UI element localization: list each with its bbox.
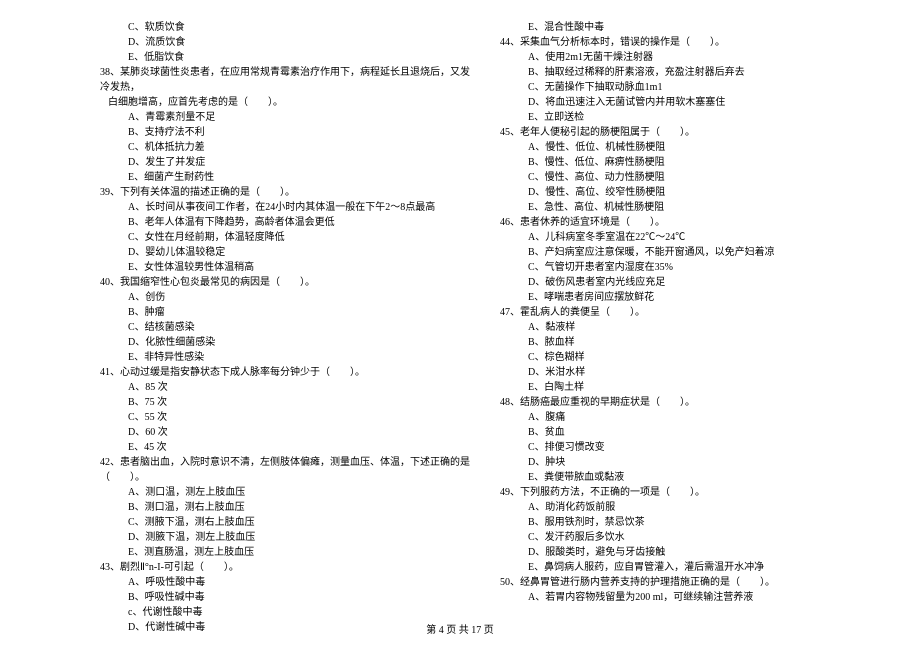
q43-opt-a: A、呼吸性酸中毒 [100,575,470,590]
q40-opt-b: B、肿瘤 [100,305,470,320]
q41-opt-a: A、85 次 [100,380,470,395]
q39-opt-d: D、婴幼儿体温较稳定 [100,245,470,260]
q49-opt-c: C、发汗药服后多饮水 [500,530,870,545]
q46-opt-d: D、破伤风患者室内光线应充足 [500,275,870,290]
q44-stem: 44、采集血气分析标本时，错误的操作是（ ）。 [500,35,870,50]
q49-opt-b: B、服用铁剂时，禁忌饮茶 [500,515,870,530]
q43-stem: 43、剧烈Ⅱ°n-I-可引起（ ）。 [100,560,470,575]
q45-opt-e: E、急性、高位、机械性肠梗阻 [500,200,870,215]
q42-opt-c: C、测腋下温，测右上肢血压 [100,515,470,530]
q44-opt-e: E、立即送检 [500,110,870,125]
q40-opt-d: D、化脓性细菌感染 [100,335,470,350]
q45-opt-c: C、慢性、高位、动力性肠梗阻 [500,170,870,185]
q40-opt-e: E、非特异性感染 [100,350,470,365]
page-columns: C、软质饮食 D、流质饮食 E、低脂饮食 38、某肺炎球菌性炎患者，在应用常规青… [100,20,870,635]
q39-opt-b: B、老年人体温有下降趋势，高龄者体温会更低 [100,215,470,230]
q38-opt-c: C、机体抵抗力差 [100,140,470,155]
q38-stem-cont: 白细胞增高，应首先考虑的是（ ）。 [100,95,470,110]
right-column: E、混合性酸中毒 44、采集血气分析标本时，错误的操作是（ ）。 A、使用2m1… [500,20,870,635]
q50-stem: 50、经鼻胃管进行肠内营养支持的护理措施正确的是（ ）。 [500,575,870,590]
q45-opt-b: B、慢性、低位、麻痹性肠梗阻 [500,155,870,170]
q42-opt-b: B、测口温，测右上肢血压 [100,500,470,515]
q39-opt-c: C、女性在月经前期，体温轻度降低 [100,230,470,245]
q49-opt-e: E、鼻饲病人服药，应自胃管灌入，灌后需温开水冲净 [500,560,870,575]
q41-stem: 41、心动过缓是指安静状态下成人脉率每分钟少于（ ）。 [100,365,470,380]
q45-stem: 45、老年人便秘引起的肠梗阻属于（ ）。 [500,125,870,140]
q43-opt-b: B、呼吸性碱中毒 [100,590,470,605]
q44-opt-c: C、无菌操作下抽取动脉血1m1 [500,80,870,95]
q39-stem: 39、下列有关体温的描述正确的是（ ）。 [100,185,470,200]
q48-opt-c: C、排便习惯改变 [500,440,870,455]
q47-opt-e: E、白陶土样 [500,380,870,395]
q50-opt-a: A、若胃内容物残留量为200 ml，可继续输注营养液 [500,590,870,605]
q40-opt-a: A、创伤 [100,290,470,305]
q43-opt-e: E、混合性酸中毒 [500,20,870,35]
q38-opt-e: E、细菌产生耐药性 [100,170,470,185]
q42-opt-e: E、测直肠温，测左上肢血压 [100,545,470,560]
q42-stem: 42、患者脑出血，入院时意识不清，左侧肢体偏瘫，测量血压、体温，下述正确的是（ … [100,455,470,485]
q41-opt-e: E、45 次 [100,440,470,455]
q46-stem: 46、患者休养的适宜环境是（ ）。 [500,215,870,230]
q47-opt-c: C、棕色糊样 [500,350,870,365]
left-column: C、软质饮食 D、流质饮食 E、低脂饮食 38、某肺炎球菌性炎患者，在应用常规青… [100,20,470,635]
q43-opt-c: c、代谢性酸中毒 [100,605,470,620]
q39-opt-e: E、女性体温较男性体温稍高 [100,260,470,275]
q48-opt-d: D、肿块 [500,455,870,470]
q40-stem: 40、我国缩窄性心包炎最常见的病因是（ ）。 [100,275,470,290]
q48-opt-a: A、腹痛 [500,410,870,425]
q47-stem: 47、霍乱病人的粪便呈（ ）。 [500,305,870,320]
q48-opt-e: E、粪便带脓血或黏液 [500,470,870,485]
q46-opt-a: A、儿科病室冬季室温在22℃～24℃ [500,230,870,245]
q47-opt-d: D、米泔水样 [500,365,870,380]
q49-stem: 49、下列服药方法，不正确的一项是（ ）。 [500,485,870,500]
q44-opt-d: D、将血迅速注入无菌试管内并用软木塞塞住 [500,95,870,110]
q41-opt-b: B、75 次 [100,395,470,410]
q45-opt-a: A、慢性、低位、机械性肠梗阻 [500,140,870,155]
q44-opt-b: B、抽取经过稀释的肝素溶液，充盈注射器后弃去 [500,65,870,80]
q44-opt-a: A、使用2m1无菌干燥注射器 [500,50,870,65]
q47-opt-a: A、黏液样 [500,320,870,335]
q41-opt-c: C、55 次 [100,410,470,425]
q37-opt-d: D、流质饮食 [100,35,470,50]
q41-opt-d: D、60 次 [100,425,470,440]
q42-opt-d: D、测腋下温，测左上肢血压 [100,530,470,545]
q49-opt-a: A、助消化药饭前服 [500,500,870,515]
q47-opt-b: B、脓血样 [500,335,870,350]
q39-opt-a: A、长时间从事夜间工作者，在24小时内其体温一般在下午2～8点最高 [100,200,470,215]
q45-opt-d: D、慢性、高位、绞窄性肠梗阻 [500,185,870,200]
q48-stem: 48、结肠癌最应重视的早期症状是（ ）。 [500,395,870,410]
page-footer: 第 4 页 共 17 页 [0,623,920,638]
q38-stem: 38、某肺炎球菌性炎患者，在应用常规青霉素治疗作用下，病程延长且退烧后，又发冷发… [100,65,470,95]
q40-opt-c: C、结核菌感染 [100,320,470,335]
q46-opt-c: C、气管切开患者室内湿度在35% [500,260,870,275]
q37-opt-e: E、低脂饮食 [100,50,470,65]
q38-opt-a: A、青霉素剂量不足 [100,110,470,125]
q46-opt-e: E、哮喘患者房间应摆放鲜花 [500,290,870,305]
q42-opt-a: A、测口温，测左上肢血压 [100,485,470,500]
q37-opt-c: C、软质饮食 [100,20,470,35]
q38-opt-d: D、发生了并发症 [100,155,470,170]
q49-opt-d: D、服酸类时，避免与牙齿接触 [500,545,870,560]
q48-opt-b: B、贫血 [500,425,870,440]
q46-opt-b: B、产妇病室应注意保暖，不能开窗通风，以免产妇着凉 [500,245,870,260]
q38-opt-b: B、支持疗法不利 [100,125,470,140]
